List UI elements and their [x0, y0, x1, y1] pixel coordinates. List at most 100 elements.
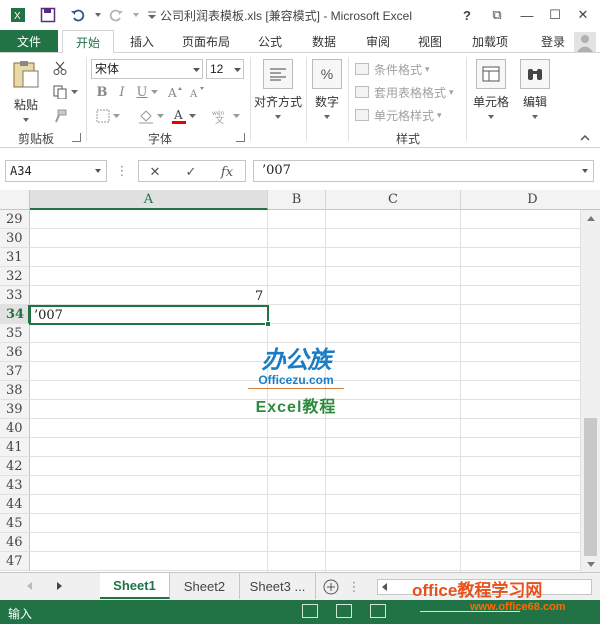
tab-formulas[interactable]: 公式	[248, 30, 292, 52]
confirm-entry-icon[interactable]: ✓	[179, 163, 203, 181]
row-header-37[interactable]: 37	[0, 362, 30, 381]
chevron-down-icon[interactable]	[188, 109, 196, 123]
chevron-down-icon[interactable]	[233, 66, 241, 74]
row-header-32[interactable]: 32	[0, 267, 30, 286]
row-header-35[interactable]: 35	[0, 324, 30, 343]
customize-toolbar-icon[interactable]	[142, 5, 162, 25]
cell-styles-button[interactable]: 单元格样式 ▾	[355, 106, 442, 124]
collapse-ribbon-icon[interactable]	[578, 133, 592, 143]
paste-button[interactable]: 粘贴	[8, 59, 44, 122]
select-all-button[interactable]	[0, 190, 30, 210]
copy-icon[interactable]	[50, 83, 70, 101]
underline-button[interactable]: U	[134, 83, 150, 101]
row-header-46[interactable]: 46	[0, 533, 30, 552]
tab-page-layout[interactable]: 页面布局	[172, 30, 240, 52]
undo-icon[interactable]	[68, 5, 88, 25]
format-as-table-button[interactable]: 套用表格格式 ▾	[355, 83, 454, 101]
normal-view-icon[interactable]	[302, 604, 318, 618]
row-header-34[interactable]: 34	[0, 305, 30, 324]
font-color-icon[interactable]: A	[170, 107, 188, 125]
row-header-30[interactable]: 30	[0, 229, 30, 248]
minimize-button[interactable]: —	[516, 4, 538, 26]
row-header-42[interactable]: 42	[0, 457, 30, 476]
scroll-down-icon[interactable]	[587, 562, 595, 567]
conditional-format-button[interactable]: 条件格式 ▾	[355, 60, 430, 78]
login-link[interactable]: 登录	[541, 30, 565, 52]
chevron-down-icon[interactable]	[232, 109, 240, 123]
borders-icon[interactable]	[94, 107, 112, 125]
chevron-down-icon[interactable]	[70, 85, 78, 99]
cell-b33[interactable]: 7	[255, 289, 263, 304]
redo-icon[interactable]	[106, 5, 126, 25]
row-header-33[interactable]: 33	[0, 286, 30, 305]
column-header-c[interactable]: C	[326, 190, 461, 210]
sheet-tab-3[interactable]: Sheet3 ...	[240, 573, 316, 599]
prev-sheet-icon[interactable]	[24, 579, 36, 593]
row-header-44[interactable]: 44	[0, 495, 30, 514]
close-button[interactable]: ✕	[572, 4, 594, 26]
name-box[interactable]: A34	[5, 160, 107, 182]
tab-insert[interactable]: 插入	[120, 30, 164, 52]
page-break-view-icon[interactable]	[370, 604, 386, 618]
row-header-41[interactable]: 41	[0, 438, 30, 457]
fill-handle[interactable]	[265, 321, 271, 327]
tab-addins[interactable]: 加载项	[462, 30, 518, 52]
help-button[interactable]: ?	[456, 4, 478, 26]
tab-data[interactable]: 数据	[302, 30, 346, 52]
font-name-select[interactable]: 宋体	[91, 59, 203, 79]
formula-input[interactable]: ’007	[253, 160, 594, 182]
column-header-a[interactable]: A	[30, 190, 268, 210]
fill-color-icon[interactable]	[136, 107, 156, 125]
chevron-down-icon[interactable]	[112, 109, 120, 123]
alignment-button[interactable]: 对齐方式	[253, 59, 303, 119]
editing-button[interactable]: 编辑	[516, 59, 554, 119]
sheet-tab-2[interactable]: Sheet2	[170, 573, 240, 599]
row-header-45[interactable]: 45	[0, 514, 30, 533]
tab-review[interactable]: 审阅	[356, 30, 400, 52]
expand-formula-icon[interactable]	[582, 169, 588, 173]
row-header-40[interactable]: 40	[0, 419, 30, 438]
chevron-down-icon	[275, 115, 281, 119]
increase-font-icon[interactable]: A	[166, 83, 184, 101]
clipboard-launcher-icon[interactable]	[72, 133, 81, 142]
font-launcher-icon[interactable]	[236, 133, 245, 142]
row-header-39[interactable]: 39	[0, 400, 30, 419]
vertical-scroll-thumb[interactable]	[584, 418, 597, 556]
scroll-up-icon[interactable]	[587, 216, 595, 221]
cancel-entry-icon[interactable]: ✕	[143, 163, 167, 181]
format-painter-icon[interactable]	[50, 107, 70, 125]
chevron-down-icon[interactable]	[150, 85, 158, 99]
row-header-47[interactable]: 47	[0, 552, 30, 571]
chevron-down-icon[interactable]	[156, 109, 164, 123]
sheet-tab-1[interactable]: Sheet1	[100, 573, 170, 599]
ribbon-display-button[interactable]: ⧉	[486, 4, 508, 26]
decrease-font-icon[interactable]: A	[188, 83, 206, 101]
column-header-b[interactable]: B	[268, 190, 326, 210]
page-layout-view-icon[interactable]	[336, 604, 352, 618]
maximize-button[interactable]: ☐	[544, 4, 566, 26]
vertical-scrollbar[interactable]	[580, 210, 600, 572]
row-header-38[interactable]: 38	[0, 381, 30, 400]
italic-button[interactable]: I	[114, 83, 130, 101]
row-header-31[interactable]: 31	[0, 248, 30, 267]
next-sheet-icon[interactable]	[54, 579, 66, 593]
add-sheet-icon[interactable]	[322, 578, 340, 596]
chevron-down-icon[interactable]	[192, 66, 200, 74]
row-header-43[interactable]: 43	[0, 476, 30, 495]
row-header-36[interactable]: 36	[0, 343, 30, 362]
insert-function-icon[interactable]: fx	[215, 163, 239, 181]
bold-button[interactable]: B	[94, 83, 110, 101]
column-header-d[interactable]: D	[461, 190, 600, 210]
tab-view[interactable]: 视图	[408, 30, 452, 52]
cells-button[interactable]: 单元格	[470, 59, 512, 119]
phonetic-icon[interactable]: wén 文	[210, 107, 232, 125]
row-header-29[interactable]: 29	[0, 210, 30, 229]
active-cell[interactable]	[29, 305, 271, 327]
tab-file[interactable]: 文件	[0, 30, 58, 52]
number-format-button[interactable]: % 数字	[310, 59, 344, 119]
save-icon[interactable]	[38, 5, 58, 25]
avatar-icon[interactable]	[574, 32, 596, 52]
cut-icon[interactable]	[50, 59, 70, 77]
tab-home[interactable]: 开始	[62, 30, 114, 53]
undo-dropdown-icon[interactable]	[88, 5, 108, 25]
